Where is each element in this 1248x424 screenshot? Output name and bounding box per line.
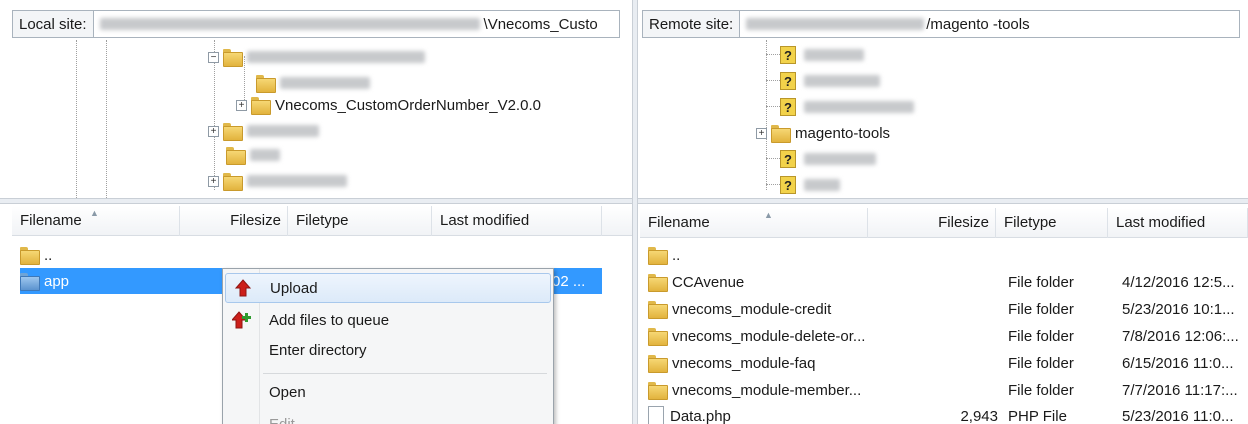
redacted-folder-name <box>804 153 876 165</box>
folder-icon <box>20 273 40 291</box>
column-filename[interactable]: ▲ Filename <box>12 205 180 236</box>
local-site-label: Local site: <box>12 10 94 38</box>
column-filesize[interactable]: Filesize <box>180 205 288 236</box>
unknown-folder-icon: ? <box>780 46 796 64</box>
remote-site-bar: Remote site: /magento -tools <box>642 10 1246 38</box>
folder-icon <box>648 301 668 319</box>
list-item[interactable]: vnecoms_module-delete-or... File folder … <box>648 323 1244 349</box>
tree-item-vnecoms-customordernumber[interactable]: + Vnecoms_CustomOrderNumber_V2.0.0 <box>236 94 541 116</box>
tree-item[interactable]: ? <box>780 96 914 118</box>
sort-ascending-icon: ▲ <box>764 209 773 220</box>
column-filename[interactable]: ▲ Filename <box>640 207 868 238</box>
folder-icon <box>648 328 668 346</box>
remote-pane: Remote site: /magento -tools ? ? ? + mag… <box>638 0 1248 424</box>
folder-icon <box>648 382 668 400</box>
list-item-parent[interactable]: .. <box>20 242 580 268</box>
folder-icon <box>223 49 243 67</box>
add-to-queue-icon <box>225 311 259 329</box>
local-file-list-header: ▲ Filename Filesize Filetype Last modifi… <box>12 205 632 236</box>
folder-icon <box>251 97 271 115</box>
local-directory-tree[interactable]: − + Vnecoms_CustomOrderNumber_V2.0.0 + + <box>0 40 634 198</box>
menu-item-add-to-queue[interactable]: Add files to queue <box>225 305 551 335</box>
redacted-folder-name <box>250 149 280 161</box>
folder-icon <box>226 147 246 165</box>
tree-item[interactable]: ? <box>780 174 840 196</box>
local-splitter[interactable] <box>0 198 634 204</box>
remote-site-path-input[interactable]: /magento -tools <box>740 10 1241 38</box>
tree-item[interactable]: ? <box>780 44 864 66</box>
redacted-folder-name <box>804 75 880 87</box>
tree-item[interactable]: ? <box>780 148 876 170</box>
tree-item[interactable] <box>256 72 370 94</box>
redacted-folder-name <box>247 125 319 137</box>
unknown-folder-icon: ? <box>780 176 796 194</box>
list-item[interactable]: CCAvenue File folder 4/12/2016 12:5... <box>648 269 1244 295</box>
context-menu: Upload Add files to queue Enter director… <box>222 268 554 424</box>
tree-item-label: Vnecoms_CustomOrderNumber_V2.0.0 <box>275 96 541 114</box>
expand-icon[interactable]: + <box>236 99 247 111</box>
remote-site-label: Remote site: <box>642 10 741 38</box>
remote-directory-tree[interactable]: ? ? ? + magento-tools ? ? <box>638 40 1248 198</box>
remote-file-list-header: ▲ Filename Filesize Filetype Last modifi… <box>640 207 1248 238</box>
expand-icon[interactable]: + <box>208 175 219 187</box>
folder-icon <box>256 75 276 93</box>
redacted-folder-name <box>247 51 425 63</box>
column-filesize[interactable]: Filesize <box>868 207 996 238</box>
redacted-folder-name <box>804 101 914 113</box>
menu-separator <box>263 373 547 374</box>
folder-icon <box>648 247 668 265</box>
local-site-bar: Local site: \Vnecoms_Custo <box>12 10 632 38</box>
tree-item-magento-tools[interactable]: + magento-tools <box>756 122 890 144</box>
tree-item[interactable]: + <box>208 170 347 192</box>
list-item-parent[interactable]: .. <box>648 242 1244 268</box>
redacted-path <box>99 18 480 30</box>
expand-icon[interactable]: + <box>756 127 767 139</box>
redacted-path <box>746 18 925 30</box>
tree-item[interactable]: ? <box>780 70 880 92</box>
tree-item[interactable]: + <box>208 120 319 142</box>
list-item[interactable]: vnecoms_module-member... File folder 7/7… <box>648 377 1244 403</box>
column-filetype[interactable]: Filetype <box>288 205 432 236</box>
local-site-path-input[interactable]: \Vnecoms_Custo <box>93 10 620 38</box>
folder-icon <box>223 173 243 191</box>
list-item[interactable]: Data.php 2,943 PHP File 5/23/2016 11:0..… <box>648 403 1244 424</box>
redacted-folder-name <box>280 77 370 89</box>
redacted-folder-name <box>804 179 840 191</box>
column-last-modified[interactable]: Last modified <box>432 205 602 236</box>
sort-ascending-icon: ▲ <box>90 207 99 218</box>
file-icon <box>648 406 664 424</box>
menu-item-open[interactable]: Open <box>225 377 551 407</box>
tree-item-label: magento-tools <box>795 124 891 142</box>
folder-icon <box>20 247 40 265</box>
remote-splitter[interactable] <box>638 198 1248 204</box>
local-pane: Local site: \Vnecoms_Custo − + Vnecoms_C… <box>0 0 634 424</box>
collapse-icon[interactable]: − <box>208 51 219 63</box>
menu-item-enter-directory[interactable]: Enter directory <box>225 335 551 365</box>
unknown-folder-icon: ? <box>780 72 796 90</box>
local-site-path-suffix: \Vnecoms_Custo <box>483 15 598 33</box>
menu-item-edit: Edit <box>269 415 295 424</box>
column-filetype[interactable]: Filetype <box>996 207 1108 238</box>
folder-icon <box>223 123 243 141</box>
unknown-folder-icon: ? <box>780 98 796 116</box>
upload-arrow-icon <box>226 279 260 297</box>
unknown-folder-icon: ? <box>780 150 796 168</box>
menu-item-upload[interactable]: Upload <box>225 273 551 303</box>
list-item[interactable]: vnecoms_module-credit File folder 5/23/2… <box>648 296 1244 322</box>
folder-icon <box>648 355 668 373</box>
list-item[interactable]: vnecoms_module-faq File folder 6/15/2016… <box>648 350 1244 376</box>
redacted-folder-name <box>247 175 347 187</box>
redacted-folder-name <box>804 49 864 61</box>
tree-item[interactable] <box>226 144 280 166</box>
folder-icon <box>648 274 668 292</box>
remote-site-path-suffix: /magento -tools <box>926 15 1030 33</box>
column-last-modified[interactable]: Last modified <box>1108 207 1248 238</box>
expand-icon[interactable]: + <box>208 125 219 137</box>
folder-icon <box>771 125 791 143</box>
tree-item[interactable]: − <box>208 46 425 68</box>
